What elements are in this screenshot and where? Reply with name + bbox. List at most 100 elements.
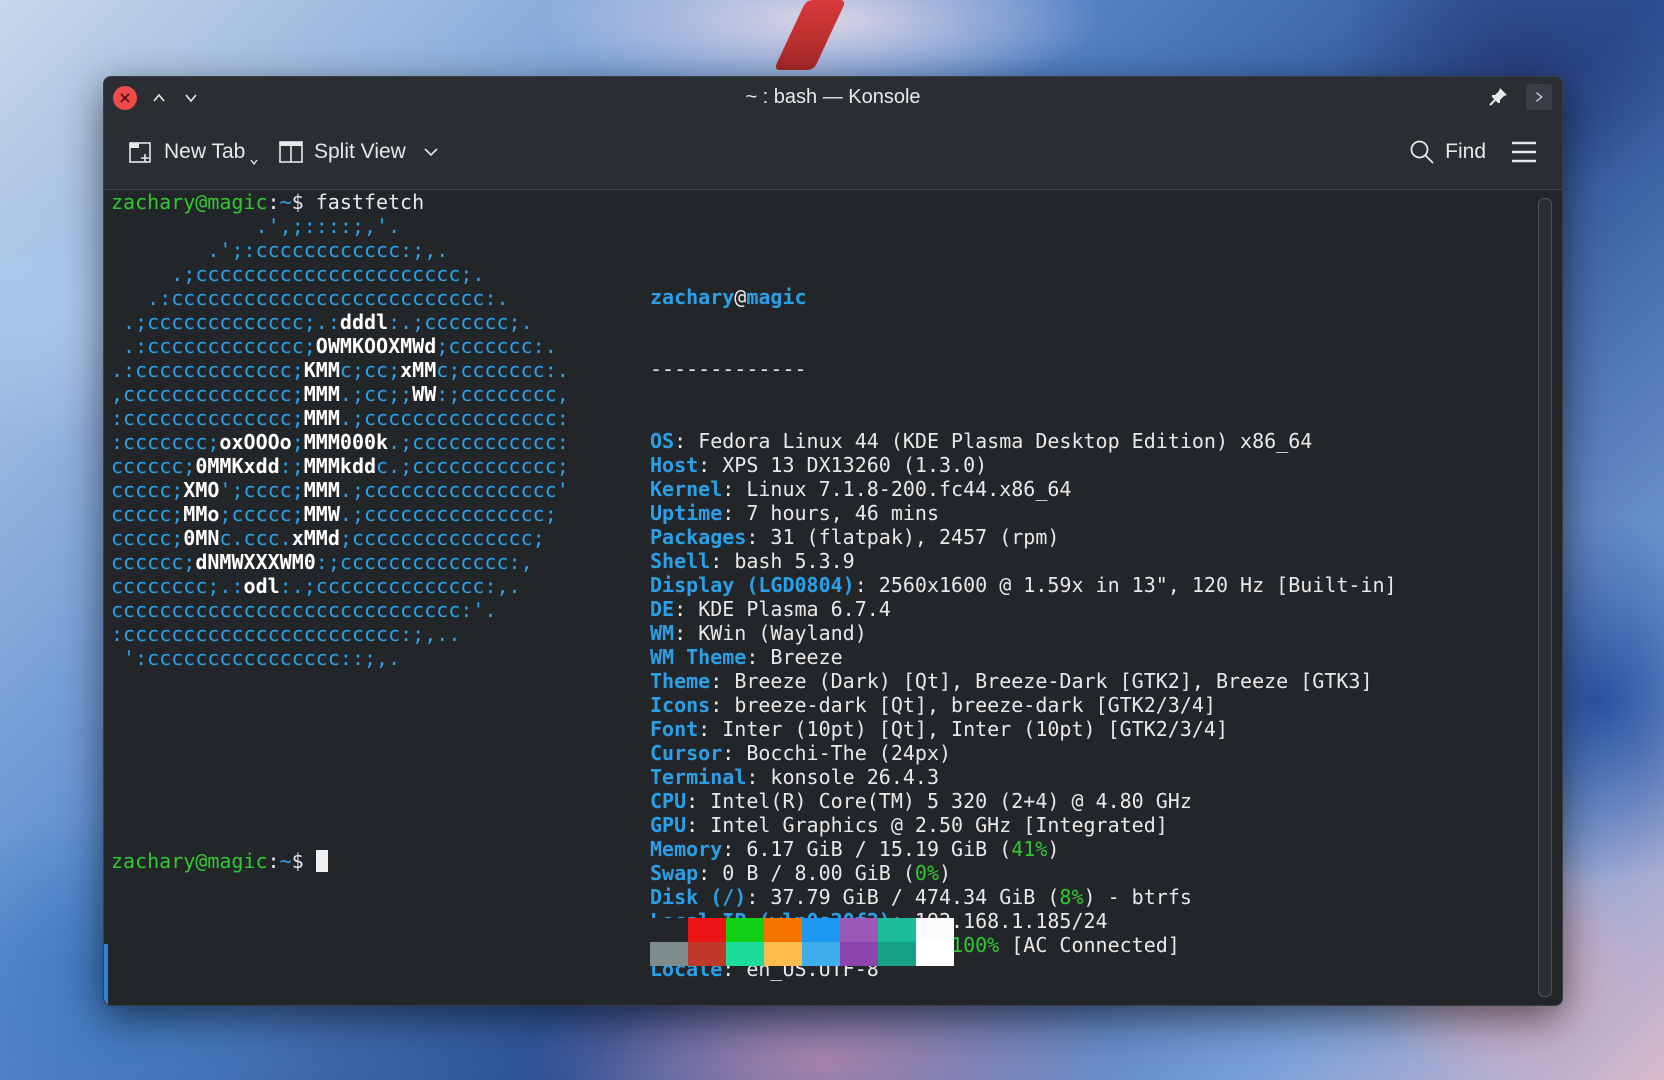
palette-swatch	[650, 918, 688, 942]
logo-line: .:ccccccccccccc;KMMc;cc;xMMc;ccccccc:.	[111, 358, 569, 382]
info-percent: 0%	[914, 861, 940, 885]
info-value: konsole 26.4.3	[770, 765, 939, 789]
info-value: breeze-dark [Qt], breeze-dark [GTK2/3/4]	[734, 693, 1216, 717]
info-row: Host: XPS 13 DX13260 (1.3.0)	[650, 453, 988, 477]
info-row: Icons: breeze-dark [Qt], breeze-dark [GT…	[650, 693, 1216, 717]
logo-line: ccccc;XMO';cccc;MMM.;cccccccccccccccc'	[111, 478, 569, 502]
logo-line: :ccccccccccccccccccccccc:;,..	[111, 622, 461, 646]
dropdown-arrow-icon	[250, 159, 258, 166]
logo-line: ':cccccccccccccccc::;,.	[123, 646, 401, 670]
info-value: XPS 13 DX13260 (1.3.0)	[722, 453, 988, 477]
palette-swatch	[878, 942, 916, 966]
titlebar: ~ : bash — Konsole	[104, 77, 1562, 117]
palette-swatch	[840, 918, 878, 942]
info-row: CPU: Intel(R) Core(TM) 5 320 (2+4) @ 4.8…	[650, 789, 1192, 813]
new-tab-button[interactable]: New Tab	[128, 137, 259, 167]
info-tail: )	[1047, 837, 1060, 861]
pin-icon	[1489, 88, 1507, 106]
info-at: @	[734, 285, 747, 309]
logo-line: .:cccccccccccccccccccccccccc:.	[147, 286, 509, 310]
info-value: 6.17 GiB / 15.19 GiB (	[746, 837, 1012, 861]
info-key: Terminal	[650, 765, 747, 789]
find-button[interactable]: Find	[1409, 137, 1486, 167]
window-title: ~ : bash — Konsole	[745, 86, 921, 108]
chevron-right-icon	[1535, 92, 1543, 102]
prompt-colon: :	[267, 849, 280, 873]
palette-swatch	[916, 942, 954, 966]
info-key: Shell	[650, 549, 711, 573]
fedora-ascii-logo: .',;::::;,'. .';:cccccccccccc:;,. .;cccc…	[111, 214, 569, 670]
info-value: Inter (10pt) [Qt], Inter (10pt) [GTK2/3/…	[722, 717, 1228, 741]
info-header: zachary@magic	[650, 285, 1397, 309]
command-line: zachary@magic:~$ fastfetch	[111, 190, 424, 214]
logo-line: ccccc;MMo;ccccc;MMW.;ccccccccccccccc;	[111, 502, 557, 526]
split-view-icon	[279, 141, 303, 163]
pin-button[interactable]	[1486, 85, 1510, 109]
info-row: OS: Fedora Linux 44 (KDE Plasma Desktop …	[650, 429, 1313, 453]
info-key: Uptime	[650, 501, 723, 525]
info-key: Packages	[650, 525, 747, 549]
search-icon	[1410, 140, 1434, 164]
color-palette	[650, 918, 956, 966]
toolbar: New Tab Split View Find	[104, 117, 1562, 190]
palette-swatch	[802, 942, 840, 966]
palette-swatch	[764, 942, 802, 966]
info-value: 31 (flatpak), 2457 (rpm)	[770, 525, 1060, 549]
info-key: Display (LGD0804)	[650, 573, 855, 597]
palette-swatch	[802, 918, 840, 942]
menu-button[interactable]	[1510, 139, 1538, 165]
info-percent: 100%	[951, 933, 1000, 957]
logo-line: ccccccccccccccccccccccccccccc:'.	[111, 598, 497, 622]
logo-line: .';:cccccccccccc:;,.	[207, 238, 449, 262]
prompt-path: ~	[279, 849, 292, 873]
prompt-dollar: $	[291, 849, 304, 873]
info-value: 37.79 GiB / 474.34 GiB (	[770, 885, 1060, 909]
info-key: Disk (/)	[650, 885, 747, 909]
info-row: Font: Inter (10pt) [Qt], Inter (10pt) [G…	[650, 717, 1228, 741]
info-row: Disk (/): 37.79 GiB / 474.34 GiB (8%) - …	[650, 885, 1192, 909]
info-rows: OS: Fedora Linux 44 (KDE Plasma Desktop …	[650, 429, 1397, 981]
split-view-button[interactable]: Split View	[278, 137, 440, 167]
logo-line: cccccc;0MMKxdd:;MMMkddc.;cccccccccccc;	[111, 454, 569, 478]
info-percent: 41%	[1011, 837, 1048, 861]
hamburger-menu-icon	[1512, 141, 1536, 163]
palette-swatch	[878, 918, 916, 942]
terminal-view[interactable]: zachary@magic:~$ fastfetch .',;::::;,'. …	[104, 190, 1562, 1005]
info-key: Icons	[650, 693, 711, 717]
info-value: Intel Graphics @ 2.50 GHz [Integrated]	[710, 813, 1168, 837]
info-value: KDE Plasma 6.7.4	[698, 597, 891, 621]
active-prompt-line[interactable]: zachary@magic:~$	[111, 849, 328, 873]
info-value: Breeze (Dark) [Qt], Breeze-Dark [GTK2], …	[734, 669, 1373, 693]
info-key: OS	[650, 429, 675, 453]
info-row: Display (LGD0804): 2560x1600 @ 1.59x in …	[650, 573, 1397, 597]
info-tail: )	[939, 861, 952, 885]
new-tab-label: New Tab	[164, 140, 246, 163]
prompt-colon: :	[267, 190, 280, 214]
info-value: Linux 7.1.8-200.fc44.x86_64	[746, 477, 1072, 501]
info-key: WM Theme	[650, 645, 747, 669]
info-key: Font	[650, 717, 699, 741]
info-value: bash 5.3.9	[734, 549, 855, 573]
palette-swatch	[650, 942, 688, 966]
palette-swatch	[916, 918, 954, 942]
more-actions-button[interactable]	[1526, 84, 1552, 110]
logo-line: :ccccccc;oxOOOo;MMM000k.;cccccccccccc:	[111, 430, 569, 454]
info-key: GPU	[650, 813, 687, 837]
logo-line: .;cccccccccccccccccccccc;.	[171, 262, 485, 286]
info-row: Memory: 6.17 GiB / 15.19 GiB (41%)	[650, 837, 1060, 861]
info-separator: -------------	[650, 357, 807, 381]
logo-line: ,cccccccccccccc;MMM.;cc;;WW:;cccccccc,	[111, 382, 569, 406]
info-row: Terminal: konsole 26.4.3	[650, 765, 939, 789]
find-label: Find	[1445, 140, 1486, 163]
info-row: DE: KDE Plasma 6.7.4	[650, 597, 891, 621]
split-view-label: Split View	[314, 140, 406, 163]
info-row: WM Theme: Breeze	[650, 645, 843, 669]
palette-swatch	[726, 942, 764, 966]
new-tab-icon	[129, 142, 151, 163]
info-key: Host	[650, 453, 699, 477]
logo-line: .:ccccccccccccc;OWMKOOXMWd;ccccccc:.	[123, 334, 557, 358]
info-value: Bocchi-The (24px)	[746, 741, 952, 765]
scrollbar[interactable]	[1538, 198, 1552, 997]
info-value: Fedora Linux 44 (KDE Plasma Desktop Edit…	[698, 429, 1313, 453]
info-row: Swap: 0 B / 8.00 GiB (0%)	[650, 861, 952, 885]
